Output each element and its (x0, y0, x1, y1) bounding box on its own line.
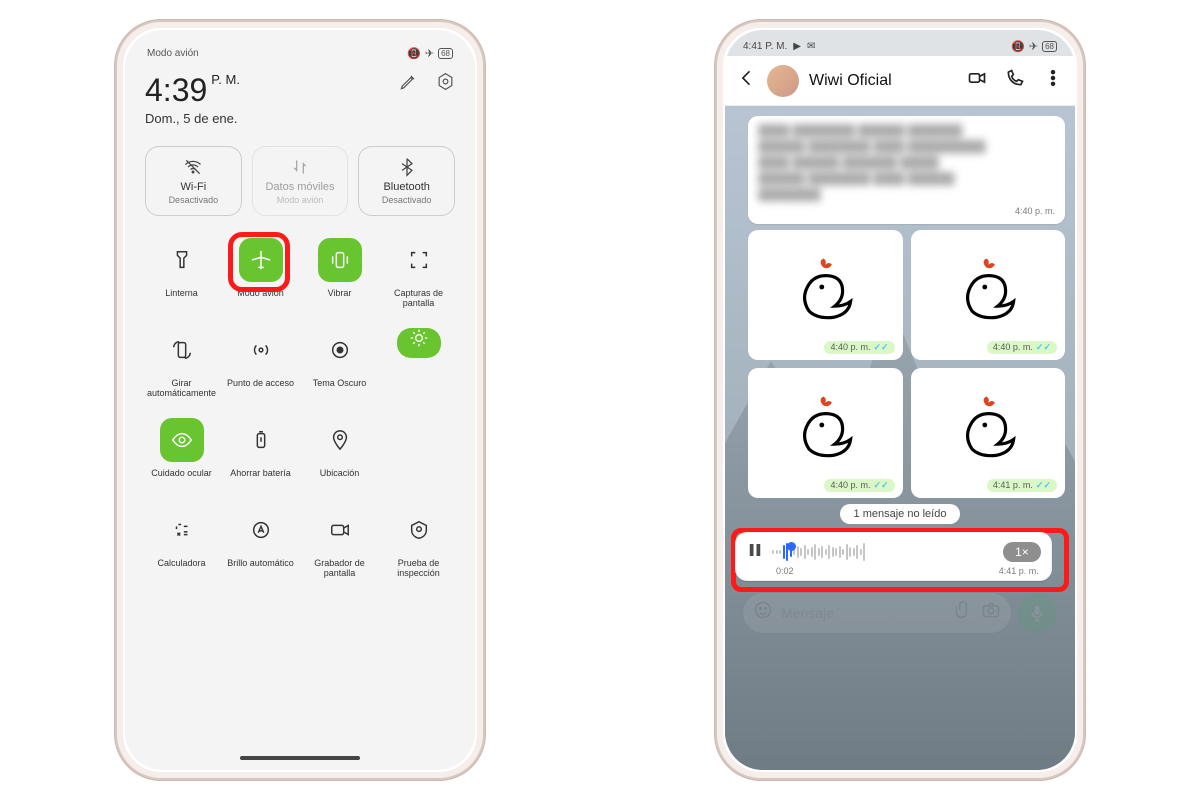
message-time: 4:40 p. m. (758, 206, 1055, 216)
tile-wifi-caption: Desactivado (169, 195, 219, 205)
tile-screenshot[interactable]: Capturas de pantalla (382, 238, 455, 309)
status-bar: 4:41 P. M. ▶ ✉ 📵 ✈ 68 (725, 30, 1075, 56)
unread-banner: 1 mensaje no leído (840, 504, 961, 524)
phone-quick-settings: Modo avión 📵 ✈ 68 4:39P. M. Dom., 5 de e… (115, 20, 485, 780)
voice-message-incoming[interactable]: 1× 0:02 4:41 p. m. (735, 532, 1052, 581)
text-message-outgoing[interactable]: ████ ████████ ██████ █████████████ █████… (748, 116, 1065, 224)
voice-call-icon[interactable] (1005, 68, 1025, 93)
tile-wifi[interactable]: Wi-Fi Desactivado (145, 146, 242, 216)
tile-flashlight[interactable]: Linterna (145, 238, 218, 298)
tile-dark-theme[interactable]: Tema Oscuro (303, 328, 376, 388)
tile-auto-rotate[interactable]: Girar automáticamente (145, 328, 218, 399)
tile-data-label: Datos móviles (265, 181, 334, 193)
status-time: 4:41 P. M. (743, 41, 787, 52)
sticker-bird-heart (754, 236, 896, 354)
tile-data-caption: Modo avión (277, 195, 324, 205)
tile-calculator[interactable]: Calculadora (145, 508, 218, 568)
status-bar: Modo avión 📵 ✈ 68 (125, 30, 475, 64)
contact-name[interactable]: Wiwi Oficial (809, 72, 957, 90)
signal-off-icon: 📵 (1011, 40, 1025, 53)
read-ticks-icon: ✓✓ (1036, 342, 1051, 353)
tile-vibrate[interactable]: Vibrar (303, 238, 376, 298)
tile-hotspot[interactable]: Punto de acceso (224, 328, 297, 388)
tile-wifi-label: Wi-Fi (181, 181, 207, 193)
tile-bluetooth[interactable]: Bluetooth Desactivado (358, 146, 455, 216)
pause-icon[interactable] (746, 541, 764, 564)
sticker-message[interactable]: 4:40 p. m.✓✓ (748, 230, 902, 360)
airplane-icon: ✈ (1029, 40, 1038, 53)
video-call-icon[interactable] (967, 68, 987, 93)
sticker-message[interactable]: 4:41 p. m.✓✓ (911, 368, 1065, 498)
read-ticks-icon: ✓✓ (874, 480, 889, 491)
tile-eye-care[interactable]: Cuidado ocular (145, 418, 218, 478)
settings-hex-icon[interactable] (436, 72, 455, 96)
battery-icon: 68 (438, 48, 453, 59)
edit-icon[interactable] (399, 72, 418, 96)
tile-inspection[interactable]: Prueba de inspección (382, 508, 455, 579)
tile-screen-record[interactable]: Grabador de pantalla (303, 508, 376, 579)
tile-airplane-mode[interactable]: Modo avión (224, 238, 297, 298)
sticker-bird-heart (754, 374, 896, 492)
screen-quick-settings: Modo avión 📵 ✈ 68 4:39P. M. Dom., 5 de e… (125, 30, 475, 770)
status-icons: 📵 ✈ 68 (407, 47, 453, 60)
gesture-bar[interactable] (240, 756, 360, 760)
whatsapp-status-icon: ✉ (807, 41, 815, 52)
clock-block: 4:39P. M. Dom., 5 de ene. (145, 72, 240, 126)
airplane-icon: ✈ (425, 47, 434, 60)
playback-speed-button[interactable]: 1× (1003, 542, 1041, 562)
back-icon[interactable] (737, 68, 757, 93)
tile-battery-saver[interactable]: Ahorrar batería (224, 418, 297, 478)
chat-body[interactable]: ████ ████████ ██████ █████████████ █████… (725, 106, 1075, 770)
tile-mobile-data[interactable]: Datos móviles Modo avión (252, 146, 349, 216)
tile-bt-caption: Desactivado (382, 195, 432, 205)
clock-time: 4:39P. M. (145, 72, 240, 109)
tile-location[interactable]: Ubicación (303, 418, 376, 478)
voice-waveform[interactable] (772, 541, 995, 563)
voice-elapsed: 0:02 (776, 566, 794, 576)
play-icon: ▶ (793, 41, 801, 52)
signal-off-icon: 📵 (407, 47, 421, 60)
phone-whatsapp: 4:41 P. M. ▶ ✉ 📵 ✈ 68 Wiwi Oficial (715, 20, 1085, 780)
read-ticks-icon: ✓✓ (1036, 480, 1051, 491)
chat-header: Wiwi Oficial (725, 56, 1075, 106)
voice-time: 4:41 p. m. (999, 566, 1039, 576)
avatar[interactable] (767, 65, 799, 97)
sticker-grid: 4:40 p. m.✓✓ 4:40 p. m.✓✓ 4:40 p. m.✓✓ (748, 230, 1065, 498)
screen-whatsapp: 4:41 P. M. ▶ ✉ 📵 ✈ 68 Wiwi Oficial (725, 30, 1075, 770)
battery-icon: 68 (1042, 41, 1057, 52)
tile-bt-label: Bluetooth (383, 181, 429, 193)
menu-icon[interactable] (1043, 68, 1063, 93)
status-label: Modo avión (147, 48, 199, 59)
sticker-bird-heart (917, 236, 1059, 354)
sticker-message[interactable]: 4:40 p. m.✓✓ (911, 230, 1065, 360)
sticker-message[interactable]: 4:40 p. m.✓✓ (748, 368, 902, 498)
tile-auto-brightness[interactable]: Brillo automático (224, 508, 297, 568)
sticker-bird-heart (917, 374, 1059, 492)
brightness-slider[interactable] (397, 328, 441, 358)
read-ticks-icon: ✓✓ (874, 342, 889, 353)
highlight-airplane (228, 232, 290, 292)
blurred-text: ████ ████████ ██████ █████████████ █████… (758, 124, 1055, 204)
clock-date: Dom., 5 de ene. (145, 111, 240, 126)
